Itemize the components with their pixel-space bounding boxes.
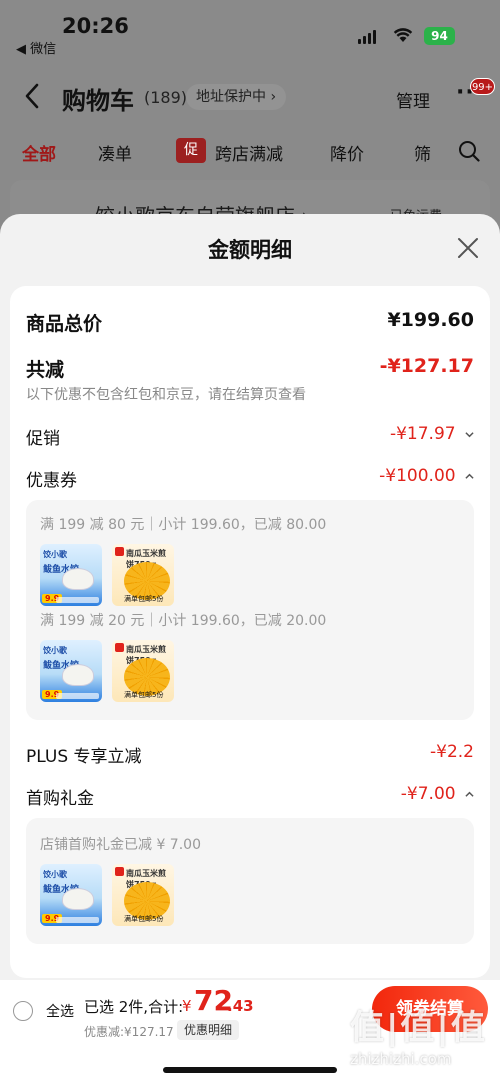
selected-count: 已选 2件,合计:: [84, 998, 184, 1016]
currency-symbol: ¥: [182, 997, 192, 1015]
detail-panel: 商品总价 ¥199.60 共减 -¥127.17 以下优惠不包含红包和京豆，请在…: [10, 286, 490, 978]
promo-value: -¥17.97: [389, 424, 456, 444]
watermark-logo: 值|值|值: [350, 1008, 487, 1048]
brand-mark-icon: [115, 867, 124, 876]
plus-value: -¥2.2: [430, 742, 474, 762]
product-brand: 饺小歌: [43, 646, 67, 655]
tab-combine[interactable]: 凑单: [98, 140, 132, 165]
reduce-value: -¥127.17: [379, 355, 474, 377]
coupon-products-2: 饺小歌 鲅鱼水饺 9.9 南瓜玉米煎饼750g 满单包邮5份: [40, 640, 174, 702]
amount-detail-sheet: 金额明细 商品总价 ¥199.60 共减 -¥127.17 以下优惠不包含红包和…: [0, 214, 500, 1084]
watermark-site: zhizhizhi.com: [350, 1050, 452, 1068]
sheet-title: 金额明细: [208, 238, 292, 262]
cart-header: 购物车 (189) 地址保护中 › 管理 ··· 99+: [0, 72, 500, 122]
tab-screen[interactable]: 筛: [414, 140, 431, 165]
promo-label: 促销: [26, 429, 60, 449]
product-thumbnail-pancake[interactable]: 南瓜玉米煎饼750g 满单包邮5份: [112, 544, 174, 606]
gift-row[interactable]: -¥7.00: [401, 784, 474, 804]
tab-store-discount[interactable]: 跨店满减: [215, 140, 283, 165]
gift-detail-box: 店铺首购礼金已减 ¥ 7.00 饺小歌 鲅鱼水饺 9.9 南瓜玉米煎饼750g …: [26, 818, 474, 944]
back-arrow-icon[interactable]: [22, 82, 42, 110]
product-thumbnail-pancake[interactable]: 南瓜玉米煎饼750g 满单包邮5份: [112, 640, 174, 702]
discount-detail-button[interactable]: 优惠明细: [177, 1020, 240, 1040]
brand-mark-icon: [115, 643, 124, 652]
product-thumbnail-dumpling[interactable]: 饺小歌 鲅鱼水饺 9.9: [40, 640, 102, 702]
dumpling-image: [62, 888, 94, 910]
gift-label: 首购礼金: [26, 789, 94, 809]
chevron-up-icon: [465, 791, 474, 797]
page-title: 购物车: [62, 87, 134, 115]
gift-value: -¥7.00: [400, 784, 456, 804]
select-all-label[interactable]: 全选: [46, 1001, 74, 1021]
coupon-value: -¥100.00: [379, 466, 456, 486]
promo-row[interactable]: -¥17.97: [390, 424, 474, 444]
coupon-line-2: 满 199 减 20 元｜小计 199.60，已减 20.00: [40, 613, 327, 629]
product-thumbnail-pancake[interactable]: 南瓜玉米煎饼750g 满单包邮5份: [112, 864, 174, 926]
back-to-app-link[interactable]: ◀ 微信: [16, 38, 56, 57]
reduce-note: 以下优惠不包含红包和京豆，请在结算页查看: [26, 387, 306, 403]
product-footer-text: 满单包邮5份: [124, 595, 164, 603]
coupon-row[interactable]: -¥100.00: [379, 466, 474, 486]
cart-count: (189): [144, 88, 188, 107]
tab-price-drop[interactable]: 降价: [330, 140, 364, 165]
status-time: 20:26: [62, 14, 129, 38]
coupon-line-1: 满 199 减 80 元｜小计 199.60，已减 80.00: [40, 517, 327, 533]
dumpling-image: [62, 664, 94, 686]
product-footer: [56, 693, 99, 699]
product-thumbnail-dumpling[interactable]: 饺小歌 鲅鱼水饺 9.9: [40, 864, 102, 926]
product-brand: 饺小歌: [43, 870, 67, 879]
promo-tag-icon: 促: [176, 138, 206, 163]
search-icon[interactable]: [458, 140, 480, 162]
total-label: 商品总价: [26, 313, 103, 335]
total-value: ¥199.60: [387, 309, 474, 331]
message-badge: 99+: [470, 78, 495, 95]
coupon-label: 优惠券: [26, 471, 77, 491]
plus-label: PLUS 专享立减: [26, 747, 142, 767]
dumpling-image: [62, 568, 94, 590]
address-protect-button[interactable]: 地址保护中 ›: [186, 84, 287, 110]
product-footer: [56, 597, 99, 603]
close-icon[interactable]: [456, 236, 480, 260]
manage-button[interactable]: 管理: [396, 87, 430, 112]
chevron-down-icon: [465, 431, 474, 437]
product-footer: [56, 917, 99, 923]
product-footer-text: 满单包邮5份: [124, 691, 164, 699]
total-decimal: .43: [227, 997, 254, 1015]
chevron-up-icon: [465, 473, 474, 479]
coupon-detail-box: 满 199 减 80 元｜小计 199.60，已减 80.00 饺小歌 鲅鱼水饺…: [26, 500, 474, 720]
wifi-icon: [393, 28, 413, 42]
product-brand: 饺小歌: [43, 550, 67, 559]
brand-mark-icon: [115, 547, 124, 556]
saved-amount: 优惠减:¥127.17: [84, 1025, 174, 1039]
home-indicator: [163, 1067, 337, 1073]
coupon-products-1: 饺小歌 鲅鱼水饺 9.9 南瓜玉米煎饼750g 满单包邮5份: [40, 544, 174, 606]
status-bar: 20:26 ◀ 微信 94: [0, 0, 500, 62]
reduce-label: 共减: [26, 359, 65, 381]
filter-tabs: 全部 凑单 促 跨店满减 降价 筛: [0, 134, 500, 170]
product-footer-text: 满单包邮5份: [124, 915, 164, 923]
signal-icon: [358, 30, 376, 44]
select-all-radio[interactable]: [13, 1001, 33, 1021]
battery-icon: 94: [424, 27, 455, 45]
gift-products: 饺小歌 鲅鱼水饺 9.9 南瓜玉米煎饼750g 满单包邮5份: [40, 864, 174, 926]
product-thumbnail-dumpling[interactable]: 饺小歌 鲅鱼水饺 9.9: [40, 544, 102, 606]
gift-line: 店铺首购礼金已减 ¥ 7.00: [40, 837, 201, 853]
tab-all[interactable]: 全部: [22, 140, 56, 165]
